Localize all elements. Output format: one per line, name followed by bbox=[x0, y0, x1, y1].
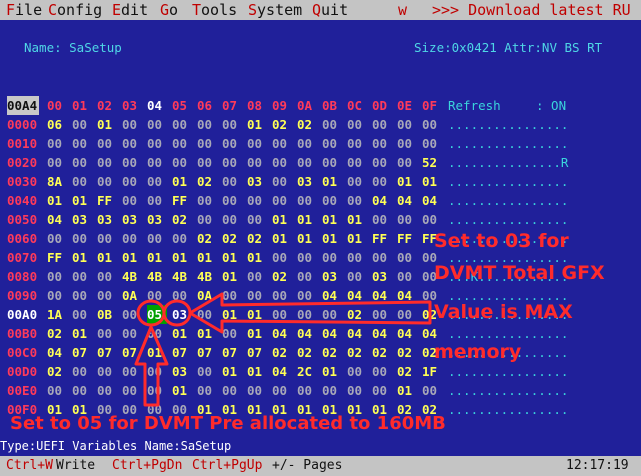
annotation-max-value: Value is MAX bbox=[434, 301, 573, 323]
status-bar: Ctrl+W Write Ctrl+PgDn Ctrl+PgUp +/- Pag… bbox=[0, 456, 641, 476]
variable-type-text: Type:UEFI Variables Name:SaSetup bbox=[0, 439, 232, 453]
shortcut-pgdn-key[interactable]: Ctrl+PgDn bbox=[112, 456, 182, 476]
clock: 12:17:19 bbox=[566, 458, 629, 473]
annotation-dvmt-total: DVMT Total GFX bbox=[434, 262, 605, 284]
highlight-circle-05 bbox=[136, 299, 166, 327]
shortcut-write-action[interactable]: Write bbox=[56, 456, 95, 476]
shortcut-pgup-key[interactable]: Ctrl+PgUp bbox=[192, 456, 262, 476]
annotation-memory: memory bbox=[434, 341, 522, 363]
variable-type-line: Type:UEFI Variables Name:SaSetup bbox=[0, 437, 641, 455]
highlight-circle-03 bbox=[162, 299, 192, 327]
arrow-up-outline bbox=[134, 325, 169, 407]
arrow-left-outline bbox=[188, 292, 432, 334]
shortcut-write-key: Ctrl+W bbox=[6, 458, 53, 473]
annotation-set-03: Set to 03 for bbox=[434, 230, 569, 252]
shortcut-pages-action: +/- Pages bbox=[272, 458, 343, 473]
annotation-set-05: Set to 05 for DVMT Pre allocated to 160M… bbox=[10, 413, 446, 434]
